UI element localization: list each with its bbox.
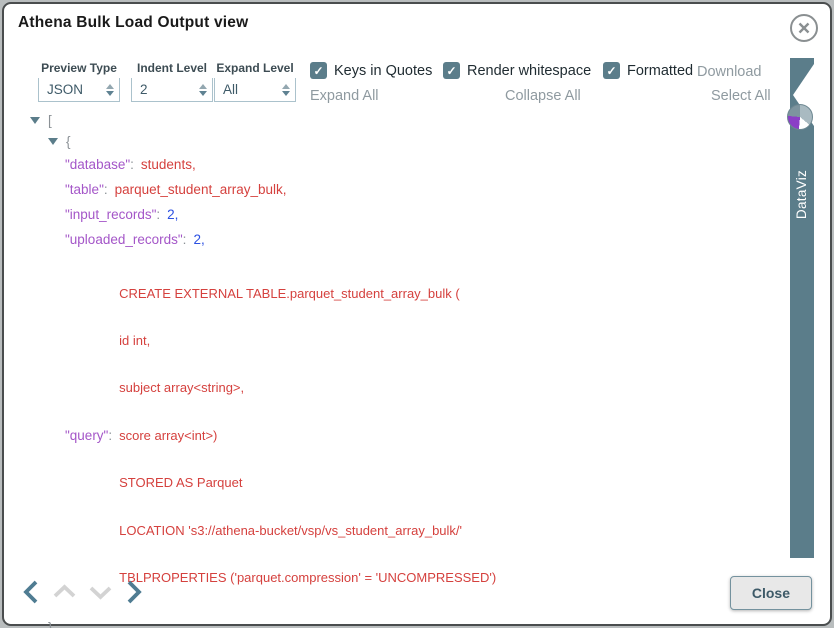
spinner-down-icon[interactable] xyxy=(106,91,114,96)
athena-output-dialog: Athena Bulk Load Output view Preview Typ… xyxy=(2,2,832,626)
key-separator: : xyxy=(183,232,187,247)
expand-all-link[interactable]: Expand All xyxy=(310,88,379,104)
formatted-label: Formatted xyxy=(627,63,693,79)
expand-level-label: Expand Level xyxy=(214,61,296,75)
indent-level-group: Indent Level 2 xyxy=(131,61,213,102)
chevron-right-icon[interactable] xyxy=(123,578,145,606)
dialog-close-icon[interactable] xyxy=(790,14,818,42)
query-line: id int, xyxy=(119,333,496,349)
json-tree-view: [ { "database": students, "table": parquet… xyxy=(30,110,496,628)
dataviz-side-tab[interactable]: DataViz xyxy=(790,58,814,558)
spinner-down-icon[interactable] xyxy=(282,91,290,96)
select-all-link[interactable]: Select All xyxy=(711,88,771,104)
modal-viewport: Athena Bulk Load Output view Preview Typ… xyxy=(0,0,834,628)
checkmark-icon: ✓ xyxy=(313,65,323,77)
page-title: Athena Bulk Load Output view xyxy=(18,14,248,32)
tree-root-line: [ xyxy=(30,110,496,131)
dataviz-tab-label: DataViz xyxy=(795,169,810,218)
render-whitespace-label: Render whitespace xyxy=(467,63,591,79)
keys-in-quotes-checkbox[interactable]: ✓ xyxy=(310,62,327,79)
spinner-up-icon[interactable] xyxy=(106,84,114,89)
preview-type-label: Preview Type xyxy=(38,61,120,75)
query-line: TBLPROPERTIES ('parquet.compression' = '… xyxy=(119,570,496,586)
expand-level-select[interactable]: All xyxy=(214,78,296,102)
download-link[interactable]: Download xyxy=(697,64,762,80)
close-object-line: } xyxy=(48,617,496,628)
formatted-option: ✓ Formatted xyxy=(603,62,693,79)
query-value-block: CREATE EXTERNAL TABLE.parquet_student_ar… xyxy=(119,254,496,617)
json-key: "uploaded_records" xyxy=(65,232,183,247)
query-line: LOCATION 's3://athena-bucket/vsp/vs_stud… xyxy=(119,523,496,539)
chevron-down-icon[interactable] xyxy=(87,578,114,606)
record-navigation xyxy=(20,578,145,606)
formatted-checkbox[interactable]: ✓ xyxy=(603,62,620,79)
dataviz-tab-label-wrap: DataViz xyxy=(790,130,814,258)
keys-in-quotes-label: Keys in Quotes xyxy=(334,63,432,79)
query-line: CREATE EXTERNAL TABLE.parquet_student_ar… xyxy=(119,286,496,302)
preview-type-select[interactable]: JSON xyxy=(38,78,120,102)
json-key: "input_records" xyxy=(65,207,156,222)
render-whitespace-checkbox[interactable]: ✓ xyxy=(443,62,460,79)
tree-object-line: { xyxy=(48,131,496,152)
query-line: subject array<string>, xyxy=(119,380,496,396)
json-key: "table" xyxy=(65,182,104,197)
spinner-down-icon[interactable] xyxy=(199,91,207,96)
chevron-up-icon[interactable] xyxy=(51,578,78,606)
json-value: 2, xyxy=(193,232,204,247)
collapse-toggle-icon[interactable] xyxy=(30,117,40,124)
key-separator: : xyxy=(104,182,108,197)
tree-entry-uploaded-records: "uploaded_records":2, xyxy=(65,227,496,252)
chevron-left-icon[interactable] xyxy=(20,578,42,606)
checkmark-icon: ✓ xyxy=(446,65,456,77)
collapse-toggle-icon[interactable] xyxy=(48,138,58,145)
tree-entry-query: "query": CREATE EXTERNAL TABLE.parquet_s… xyxy=(65,254,496,617)
key-separator: : xyxy=(156,207,160,222)
tree-entry-input-records: "input_records":2, xyxy=(65,202,496,227)
query-line: STORED AS Parquet xyxy=(119,475,496,491)
preview-type-value: JSON xyxy=(47,82,83,97)
pie-chart-icon xyxy=(787,104,813,130)
json-key: "database" xyxy=(65,157,130,172)
indent-level-select[interactable]: 2 xyxy=(131,78,213,102)
spinner-icon[interactable] xyxy=(199,84,207,96)
json-value: students, xyxy=(141,157,196,172)
json-value: parquet_student_array_bulk, xyxy=(115,182,287,197)
indent-level-value: 2 xyxy=(140,82,148,97)
json-key: "query" xyxy=(65,428,108,443)
close-button[interactable]: Close xyxy=(730,576,812,610)
expand-level-value: All xyxy=(223,82,238,97)
expand-level-group: Expand Level All xyxy=(214,61,296,102)
x-icon xyxy=(797,21,811,35)
key-separator: : xyxy=(108,428,112,443)
open-object-brace: { xyxy=(66,131,71,152)
tree-entry-table: "table": parquet_student_array_bulk, xyxy=(65,177,496,202)
indent-level-label: Indent Level xyxy=(131,61,213,75)
spinner-up-icon[interactable] xyxy=(199,84,207,89)
keys-in-quotes-option: ✓ Keys in Quotes xyxy=(310,62,432,79)
json-value: 2, xyxy=(167,207,178,222)
spinner-icon[interactable] xyxy=(106,84,114,96)
spinner-up-icon[interactable] xyxy=(282,84,290,89)
open-array-bracket: [ xyxy=(48,110,52,131)
key-separator: : xyxy=(130,157,134,172)
spinner-icon[interactable] xyxy=(282,84,290,96)
checkmark-icon: ✓ xyxy=(606,65,616,77)
query-line: score array<int>) xyxy=(119,428,496,444)
close-object-brace: } xyxy=(48,620,53,628)
tree-entry-database: "database": students, xyxy=(65,152,496,177)
render-whitespace-option: ✓ Render whitespace xyxy=(443,62,591,79)
preview-type-group: Preview Type JSON xyxy=(38,61,120,102)
collapse-all-link[interactable]: Collapse All xyxy=(505,88,581,104)
